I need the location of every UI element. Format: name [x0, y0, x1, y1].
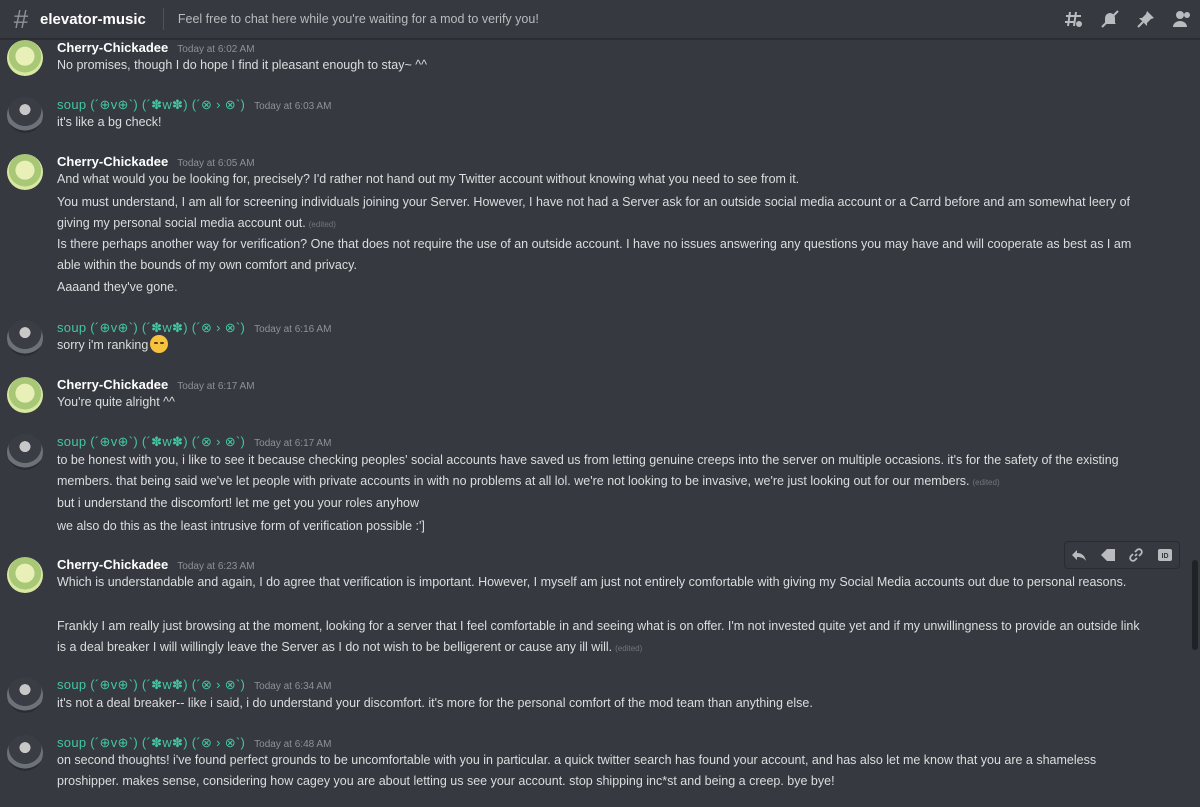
- message-content: it's not a deal breaker-- like i said, i…: [57, 696, 813, 710]
- message-header: Cherry-Chickadee Today at 6:05 AM: [57, 154, 255, 169]
- edited-label: (edited): [308, 220, 336, 229]
- tag-icon[interactable]: [1100, 547, 1116, 563]
- message-text: to be honest with you, i like to see it …: [57, 453, 1119, 488]
- loudly-crying-emoji-icon[interactable]: [150, 335, 169, 353]
- username[interactable]: soup (´⊕v⊕`) (´✽w✽) (´⊗ › ⊗`): [57, 434, 245, 449]
- timestamp: Today at 6:03 AM: [254, 101, 332, 112]
- reply-icon[interactable]: [1071, 547, 1087, 563]
- message-content: but i understand the discomfort! let me …: [57, 496, 419, 510]
- message-content: Frankly I am really just browsing at the…: [57, 616, 1142, 659]
- header-divider: [162, 8, 164, 30]
- header-toolbar: [1064, 0, 1192, 38]
- timestamp: Today at 6:17 AM: [177, 381, 255, 392]
- timestamp: Today at 6:16 AM: [254, 324, 332, 335]
- message-header: soup (´⊕v⊕`) (´✽w✽) (´⊗ › ⊗`) Today at 6:…: [57, 677, 331, 693]
- avatar[interactable]: [7, 320, 43, 356]
- id-icon[interactable]: ID: [1157, 547, 1173, 563]
- username[interactable]: soup (´⊕v⊕`) (´✽w✽) (´⊗ › ⊗`): [57, 320, 245, 335]
- username[interactable]: soup (´⊕v⊕`) (´✽w✽) (´⊗ › ⊗`): [57, 735, 245, 750]
- message-content: we also do this as the least intrusive f…: [57, 519, 425, 533]
- username[interactable]: Cherry-Chickadee: [57, 154, 168, 169]
- timestamp: Today at 6:05 AM: [177, 158, 255, 169]
- timestamp: Today at 6:48 AM: [254, 739, 332, 750]
- timestamp: Today at 6:02 AM: [177, 44, 255, 55]
- message-content: Is there perhaps another way for verific…: [57, 237, 1132, 272]
- username[interactable]: soup (´⊕v⊕`) (´✽w✽) (´⊗ › ⊗`): [57, 97, 245, 112]
- channel-header: # elevator-music Feel free to chat here …: [0, 0, 1200, 39]
- username[interactable]: Cherry-Chickadee: [57, 557, 168, 572]
- channel-name: elevator-music: [40, 10, 146, 28]
- pin-icon[interactable]: [1136, 9, 1156, 29]
- message-header: soup (´⊕v⊕`) (´✽w✽) (´⊗ › ⊗`) Today at 6:…: [57, 735, 331, 751]
- avatar[interactable]: [7, 40, 43, 76]
- message-content: Aaaand they've gone.: [57, 280, 178, 294]
- message-header: Cherry-Chickadee Today at 6:02 AM: [57, 40, 255, 55]
- message-content: on second thoughts! i've found perfect g…: [57, 753, 1097, 788]
- scrollbar[interactable]: [1192, 560, 1198, 650]
- message-content: You're quite alright ^^: [57, 395, 175, 409]
- message-text: Frankly I am really just browsing at the…: [57, 619, 1140, 654]
- message-header: soup (´⊕v⊕`) (´✽w✽) (´⊗ › ⊗`) Today at 6:…: [57, 320, 331, 336]
- message-header: soup (´⊕v⊕`) (´✽w✽) (´⊗ › ⊗`) Today at 6:…: [57, 97, 331, 113]
- edited-label: (edited): [615, 644, 643, 653]
- message-content: it's like a bg check!: [57, 115, 162, 129]
- text-channel-icon: #: [13, 4, 29, 34]
- avatar[interactable]: [7, 97, 43, 133]
- message-content: Which is understandable and again, I do …: [57, 575, 1127, 589]
- message-text: You must understand, I am all for screen…: [57, 195, 1131, 230]
- message-text: sorry i'm ranking: [57, 338, 149, 352]
- avatar[interactable]: [7, 434, 43, 470]
- message-header: Cherry-Chickadee Today at 6:17 AM: [57, 377, 255, 392]
- username[interactable]: Cherry-Chickadee: [57, 40, 168, 55]
- avatar[interactable]: [7, 677, 43, 713]
- avatar[interactable]: [7, 557, 43, 593]
- timestamp: Today at 6:17 AM: [254, 438, 332, 449]
- message-content: No promises, though I do hope I find it …: [57, 58, 427, 72]
- message-hover-toolbar: ID: [1064, 541, 1180, 569]
- timestamp: Today at 6:34 AM: [254, 681, 332, 692]
- avatar[interactable]: [7, 735, 43, 771]
- message-header: Cherry-Chickadee Today at 6:23 AM: [57, 557, 255, 572]
- svg-text:ID: ID: [1161, 553, 1168, 560]
- message-content: sorry i'm ranking: [57, 335, 1142, 356]
- message-content: You must understand, I am all for screen…: [57, 192, 1142, 235]
- message-content: to be honest with you, i like to see it …: [57, 450, 1142, 493]
- channel-topic[interactable]: Feel free to chat here while you're wait…: [178, 12, 539, 26]
- message-header: soup (´⊕v⊕`) (´✽w✽) (´⊗ › ⊗`) Today at 6:…: [57, 434, 331, 450]
- avatar[interactable]: [7, 154, 43, 190]
- message-content: And what would you be looking for, preci…: [57, 172, 800, 186]
- username[interactable]: Cherry-Chickadee: [57, 377, 168, 392]
- members-icon[interactable]: [1172, 9, 1192, 29]
- edited-label: (edited): [972, 478, 1000, 487]
- mute-bell-icon[interactable]: [1100, 9, 1120, 29]
- threads-icon[interactable]: [1064, 9, 1084, 29]
- avatar[interactable]: [7, 377, 43, 413]
- link-icon[interactable]: [1128, 547, 1144, 563]
- timestamp: Today at 6:23 AM: [177, 561, 255, 572]
- username[interactable]: soup (´⊕v⊕`) (´✽w✽) (´⊗ › ⊗`): [57, 677, 245, 692]
